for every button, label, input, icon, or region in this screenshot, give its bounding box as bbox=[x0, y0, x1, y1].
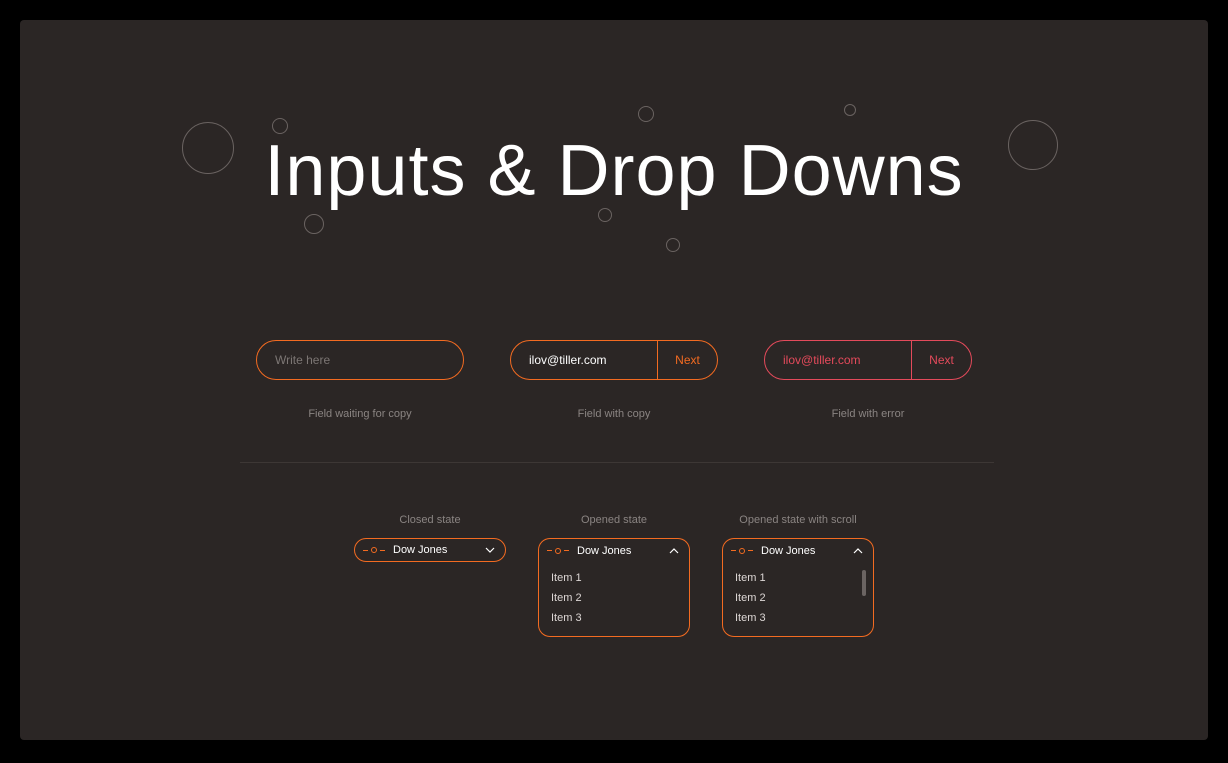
dropdown-opened[interactable]: Dow Jones bbox=[538, 538, 690, 562]
dropdown-item[interactable]: Item 1 bbox=[735, 568, 861, 588]
dropdown-caption-closed: Closed state bbox=[399, 514, 460, 526]
input-empty[interactable]: Write here bbox=[256, 340, 464, 380]
input-filled[interactable]: ilov@tiller.com Next bbox=[510, 340, 718, 380]
dropdown-caption-opened: Opened state bbox=[581, 514, 647, 526]
decoration-bubble bbox=[844, 104, 856, 116]
chevron-up-icon bbox=[853, 548, 863, 554]
decoration-bubble bbox=[304, 214, 324, 234]
dropdown-menu: Item 1 Item 2 Item 3 bbox=[538, 562, 690, 637]
decoration-bubble bbox=[666, 238, 680, 252]
dropdown-selected-label: Dow Jones bbox=[761, 545, 845, 557]
decoration-bubble bbox=[638, 106, 654, 122]
stock-icon bbox=[731, 548, 753, 554]
dropdown-item[interactable]: Item 3 bbox=[735, 608, 861, 628]
dropdown-menu-scroll: Item 1 Item 2 Item 3 bbox=[722, 562, 874, 637]
dropdown-selected-label: Dow Jones bbox=[577, 545, 661, 557]
input-caption-filled: Field with copy bbox=[578, 408, 651, 420]
dropdown-item[interactable]: Item 1 bbox=[551, 568, 677, 588]
section-divider bbox=[240, 462, 994, 463]
dropdown-scroll[interactable]: Dow Jones bbox=[722, 538, 874, 562]
chevron-down-icon bbox=[485, 547, 495, 553]
scrollbar[interactable] bbox=[862, 570, 866, 596]
dropdown-item[interactable]: Item 3 bbox=[551, 608, 677, 628]
input-caption-error: Field with error bbox=[832, 408, 905, 420]
stock-icon bbox=[363, 547, 385, 553]
dropdown-selected-label: Dow Jones bbox=[393, 544, 477, 556]
input-placeholder: Write here bbox=[257, 353, 463, 367]
dropdown-item[interactable]: Item 2 bbox=[551, 588, 677, 608]
input-value-error: ilov@tiller.com bbox=[765, 353, 911, 367]
dropdown-closed[interactable]: Dow Jones bbox=[354, 538, 506, 562]
page-title: Inputs & Drop Downs bbox=[20, 130, 1208, 212]
input-value: ilov@tiller.com bbox=[511, 353, 657, 367]
stock-icon bbox=[547, 548, 569, 554]
input-caption-empty: Field waiting for copy bbox=[308, 408, 411, 420]
dropdown-caption-scroll: Opened state with scroll bbox=[739, 514, 856, 526]
next-button-error[interactable]: Next bbox=[911, 341, 971, 379]
input-error[interactable]: ilov@tiller.com Next bbox=[764, 340, 972, 380]
next-button[interactable]: Next bbox=[657, 341, 717, 379]
dropdown-item[interactable]: Item 2 bbox=[735, 588, 861, 608]
chevron-up-icon bbox=[669, 548, 679, 554]
